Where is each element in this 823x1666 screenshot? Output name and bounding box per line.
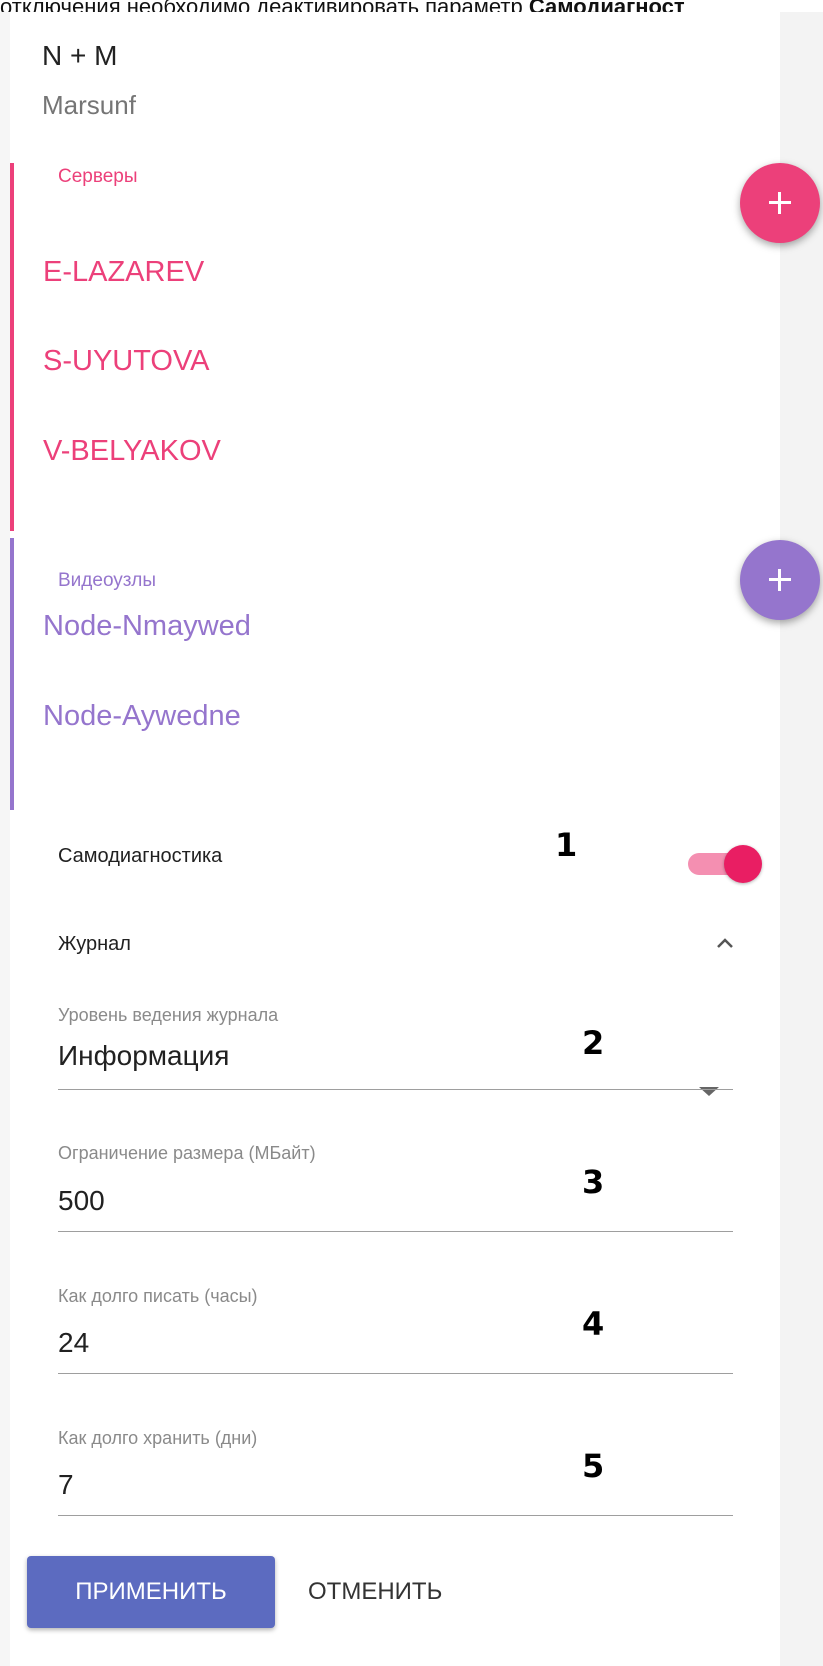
plus-icon-vertical — [778, 192, 781, 214]
field-underline — [58, 1373, 733, 1374]
callout-marker: 1 — [555, 826, 578, 864]
toggle-thumb — [724, 845, 762, 883]
callout-marker: 3 — [582, 1163, 605, 1201]
left-gutter — [0, 12, 10, 1666]
add-server-button[interactable] — [740, 163, 820, 243]
node-item[interactable]: Node-Aywedne — [43, 700, 241, 733]
right-panel-shade — [780, 12, 823, 1666]
callout-marker: 2 — [582, 1024, 605, 1062]
servers-section-title: Серверы — [58, 166, 138, 187]
field-underline — [58, 1089, 733, 1090]
plus-icon-vertical — [778, 569, 781, 591]
callout-marker: 5 — [582, 1447, 605, 1485]
journal-label: Журнал — [58, 933, 131, 955]
caption-prefix: отключения необходимо деактивировать пар… — [0, 0, 529, 12]
log-level-select[interactable]: Информация — [58, 1040, 229, 1072]
retention-days-input[interactable]: 7 — [58, 1469, 74, 1501]
apply-button[interactable]: ПРИМЕНИТЬ — [27, 1556, 275, 1628]
page-title: N + M — [42, 40, 118, 71]
size-limit-label: Ограничение размера (МБайт) — [58, 1143, 316, 1163]
add-node-button[interactable] — [740, 540, 820, 620]
caption-bold: Самодиагност — [529, 0, 685, 12]
callout-marker: 4 — [582, 1305, 605, 1343]
server-item[interactable]: V-BELYAKOV — [43, 435, 221, 468]
field-underline — [58, 1515, 733, 1516]
retention-days-label: Как долго хранить (дни) — [58, 1428, 258, 1448]
field-underline — [58, 1231, 733, 1232]
write-duration-label: Как долго писать (часы) — [58, 1286, 258, 1306]
servers-section-bar — [10, 163, 14, 531]
chevron-up-icon[interactable] — [716, 934, 734, 952]
server-item[interactable]: E-LAZAREV — [43, 256, 204, 289]
cancel-button[interactable]: ОТМЕНИТЬ — [300, 1556, 480, 1628]
caption-text: отключения необходимо деактивировать пар… — [0, 0, 823, 12]
nodes-section-title: Видеоузлы — [58, 570, 157, 591]
self-diagnostics-toggle[interactable] — [688, 841, 764, 885]
log-level-label: Уровень ведения журнала — [58, 1005, 279, 1025]
size-limit-input[interactable]: 500 — [58, 1185, 105, 1217]
node-item[interactable]: Node-Nmaywed — [43, 610, 251, 643]
nodes-section-bar — [10, 538, 14, 810]
write-duration-input[interactable]: 24 — [58, 1327, 89, 1359]
server-item[interactable]: S-UYUTOVA — [43, 345, 210, 378]
page-subtitle: Marsunf — [42, 90, 136, 120]
self-diagnostics-label: Самодиагностика — [58, 845, 223, 867]
